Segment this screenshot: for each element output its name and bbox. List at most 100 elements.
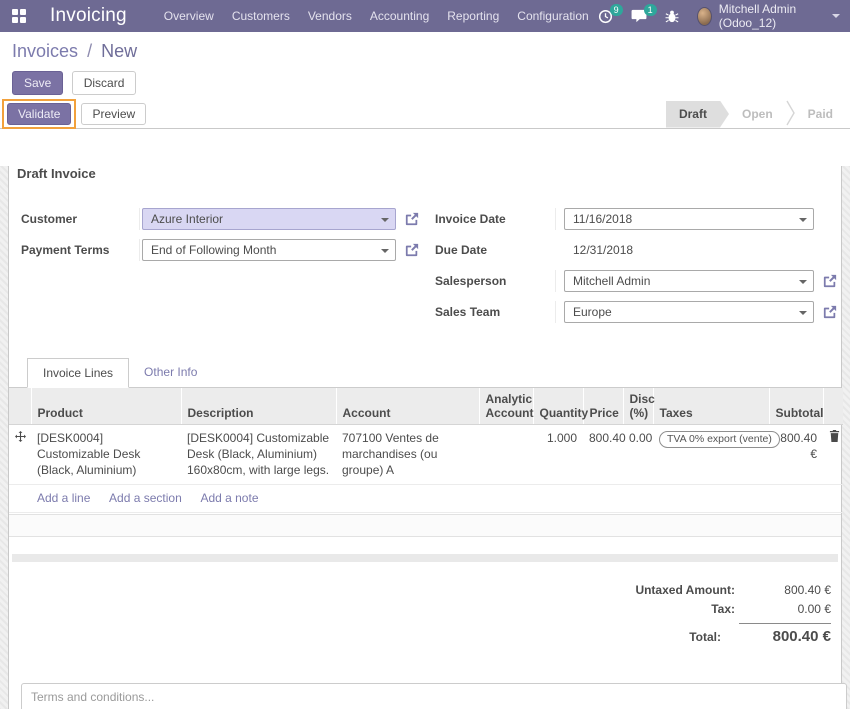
- salesperson-value: Mitchell Admin: [573, 274, 650, 288]
- app-brand[interactable]: Invoicing: [50, 5, 127, 27]
- customer-dropdown-caret-icon[interactable]: [381, 218, 389, 222]
- nav-item-configuration[interactable]: Configuration: [508, 0, 597, 32]
- salesperson-external-link-icon[interactable]: [823, 274, 837, 288]
- cell-product[interactable]: [DESK0004] Customizable Desk (Black, Alu…: [31, 425, 181, 485]
- untaxed-amount-value: 800.40 €: [753, 583, 831, 597]
- stage-paid[interactable]: Paid: [795, 101, 846, 128]
- validate-button[interactable]: Validate: [7, 103, 71, 125]
- delete-column-header: [823, 388, 843, 425]
- salesperson-field-row: Salesperson Mitchell Admin: [427, 270, 841, 292]
- due-date-label: Due Date: [427, 243, 555, 257]
- totals-block: Untaxed Amount: 800.40 € Tax: 0.00 € Tot…: [9, 583, 831, 650]
- discard-button[interactable]: Discard: [72, 71, 137, 95]
- quantity-column-header: Quantity: [533, 388, 583, 425]
- stage-open[interactable]: Open: [729, 101, 786, 128]
- nav-menus: Overview Customers Vendors Accounting Re…: [155, 0, 598, 32]
- salesperson-caret-icon[interactable]: [799, 280, 807, 284]
- customer-field-row: Customer Azure Interior: [13, 208, 427, 230]
- customer-external-link-icon[interactable]: [405, 212, 419, 226]
- cell-analytic-account[interactable]: [479, 425, 533, 485]
- content-background: Draft Invoice Customer Azure Interior: [0, 166, 850, 709]
- nav-item-reporting[interactable]: Reporting: [438, 0, 508, 32]
- nav-item-accounting[interactable]: Accounting: [361, 0, 438, 32]
- control-panel: Invoices / New Save Discard: [0, 32, 850, 100]
- invoice-date-input[interactable]: 11/16/2018: [564, 208, 814, 230]
- tab-other-info[interactable]: Other Info: [129, 358, 212, 387]
- sales-team-caret-icon[interactable]: [799, 311, 807, 315]
- cell-price[interactable]: 800.40: [583, 425, 623, 485]
- cell-disc[interactable]: 0.00: [623, 425, 653, 485]
- product-column-header: Product: [31, 388, 181, 425]
- form-fields: Customer Azure Interior Payment Terms: [13, 208, 841, 332]
- invoice-date-value: 11/16/2018: [573, 212, 632, 226]
- invoice-date-caret-icon[interactable]: [799, 218, 807, 222]
- customer-value: Azure Interior: [151, 212, 223, 226]
- navbar-systray: 9 1 Mitchell Admin (Odoo_12): [598, 2, 840, 30]
- form-toolbar: Validate Preview Draft Open Paid: [0, 100, 850, 129]
- payment-terms-external-link-icon[interactable]: [405, 243, 419, 257]
- empty-list-band: [9, 514, 841, 537]
- payment-terms-input[interactable]: End of Following Month: [142, 239, 396, 261]
- total-value: 800.40 €: [739, 623, 831, 645]
- sales-team-field-row: Sales Team Europe: [427, 301, 841, 323]
- account-column-header: Account: [336, 388, 479, 425]
- sales-team-input[interactable]: Europe: [564, 301, 814, 323]
- payment-terms-field-row: Payment Terms End of Following Month: [13, 239, 427, 261]
- nav-item-overview[interactable]: Overview: [155, 0, 223, 32]
- user-menu[interactable]: Mitchell Admin (Odoo_12): [697, 2, 840, 30]
- untaxed-amount-label: Untaxed Amount:: [635, 583, 735, 597]
- sales-team-label: Sales Team: [427, 305, 555, 319]
- tax-tag[interactable]: TVA 0% export (vente): [659, 431, 780, 448]
- add-a-section-link[interactable]: Add a section: [109, 491, 182, 505]
- stage-draft[interactable]: Draft: [666, 101, 729, 128]
- cell-account[interactable]: 707100 Ventes de marchandises (ou groupe…: [336, 425, 479, 485]
- untaxed-amount-row: Untaxed Amount: 800.40 €: [635, 583, 831, 597]
- notebook-tabs: Invoice Lines Other Info: [9, 358, 841, 388]
- add-a-line-link[interactable]: Add a line: [37, 491, 90, 505]
- apps-grid-icon[interactable]: [12, 9, 26, 23]
- taxes-column-header: Taxes: [653, 388, 769, 425]
- customer-label: Customer: [13, 212, 139, 226]
- stage-chevron-icon: [786, 100, 795, 129]
- debug-bug-icon[interactable]: [665, 9, 679, 23]
- due-date-value: 12/31/2018: [564, 239, 633, 261]
- add-a-note-link[interactable]: Add a note: [200, 491, 258, 505]
- payment-terms-dropdown-caret-icon[interactable]: [381, 249, 389, 253]
- cell-description[interactable]: [DESK0004] Customizable Desk (Black, Alu…: [181, 425, 336, 485]
- payment-terms-label: Payment Terms: [13, 243, 139, 257]
- disc-column-header: Disc (%): [623, 388, 653, 425]
- drag-handle-column-header: [9, 388, 31, 425]
- salesperson-label: Salesperson: [427, 274, 555, 288]
- user-name: Mitchell Admin (Odoo_12): [719, 2, 825, 30]
- payment-terms-value: End of Following Month: [151, 243, 276, 257]
- nav-item-customers[interactable]: Customers: [223, 0, 299, 32]
- activity-count-badge: 9: [610, 4, 623, 16]
- tab-invoice-lines[interactable]: Invoice Lines: [27, 358, 129, 388]
- invoice-date-field-row: Invoice Date 11/16/2018: [427, 208, 841, 230]
- statusbar: Draft Open Paid: [666, 100, 850, 128]
- tax-label: Tax:: [711, 602, 735, 616]
- activities-clock-icon[interactable]: 9: [598, 9, 613, 24]
- delete-line-trash-icon[interactable]: [823, 425, 843, 485]
- breadcrumb-separator: /: [83, 41, 96, 61]
- messages-chat-icon[interactable]: 1: [631, 9, 647, 23]
- due-date-field-row: Due Date 12/31/2018: [427, 239, 841, 261]
- row-drag-handle-icon[interactable]: [9, 425, 31, 485]
- top-navbar: Invoicing Overview Customers Vendors Acc…: [0, 0, 850, 32]
- message-count-badge: 1: [644, 4, 657, 16]
- cell-quantity[interactable]: 1.000: [533, 425, 583, 485]
- nav-item-vendors[interactable]: Vendors: [299, 0, 361, 32]
- breadcrumb: Invoices / New: [12, 41, 850, 62]
- salesperson-input[interactable]: Mitchell Admin: [564, 270, 814, 292]
- customer-input[interactable]: Azure Interior: [142, 208, 396, 230]
- cell-taxes: TVA 0% export (vente): [653, 425, 769, 485]
- sales-team-external-link-icon[interactable]: [823, 305, 837, 319]
- tax-row: Tax: 0.00 €: [711, 602, 831, 616]
- terms-and-conditions-input[interactable]: [21, 683, 847, 709]
- table-header-row: Product Description Account Analytic Acc…: [9, 388, 843, 425]
- invoice-form-sheet: Draft Invoice Customer Azure Interior: [8, 166, 842, 709]
- breadcrumb-invoices-link[interactable]: Invoices: [12, 41, 78, 61]
- preview-button[interactable]: Preview: [81, 103, 146, 125]
- save-button[interactable]: Save: [12, 71, 63, 95]
- subtotal-column-header: Subtotal: [769, 388, 823, 425]
